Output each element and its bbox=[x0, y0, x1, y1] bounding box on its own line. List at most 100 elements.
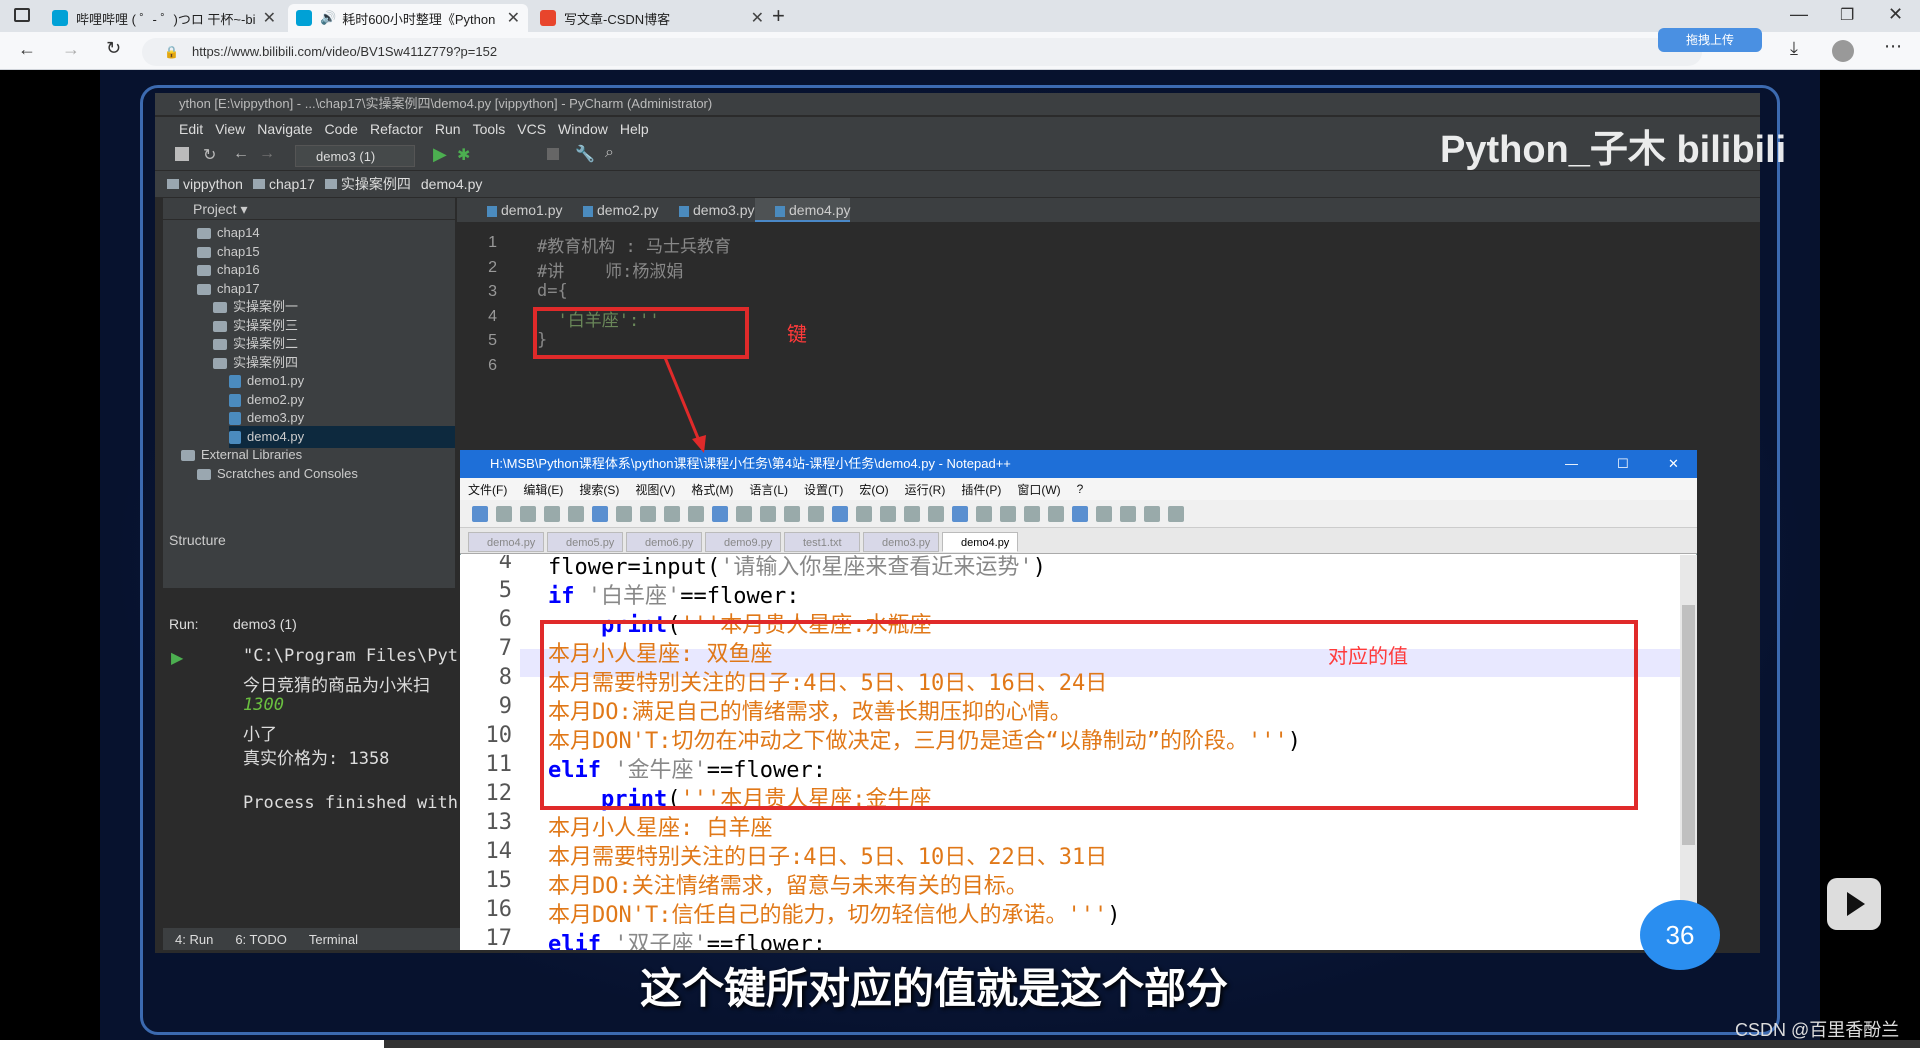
forward-icon[interactable]: → bbox=[62, 39, 80, 60]
speaker-icon[interactable]: 🔊 bbox=[320, 10, 336, 26]
tree-item-lib[interactable]: Scratches and Consoles bbox=[197, 463, 358, 485]
toolbar-button-icon[interactable] bbox=[568, 506, 584, 522]
avatar[interactable] bbox=[1832, 40, 1854, 62]
run-icon[interactable]: ▶ bbox=[433, 144, 447, 165]
vertical-scrollbar[interactable] bbox=[1680, 555, 1697, 950]
debug-icon[interactable]: ✱ bbox=[457, 145, 470, 165]
npp-menu-item[interactable]: 插件(P) bbox=[961, 481, 1001, 498]
sync-icon[interactable]: ↻ bbox=[203, 145, 216, 165]
npp-menu-item[interactable]: 宏(O) bbox=[859, 481, 888, 498]
close-window-button[interactable]: ✕ bbox=[1888, 4, 1903, 25]
url-input[interactable]: 🔒 https://www.bilibili.com/video/BV1Sw41… bbox=[142, 38, 1702, 66]
run-tab[interactable]: demo3 (1) bbox=[233, 616, 297, 632]
npp-menu-item[interactable]: 设置(T) bbox=[804, 481, 843, 498]
editor-tab-demo3-py[interactable]: demo3.py bbox=[659, 198, 754, 222]
npp-menu-item[interactable]: 语言(L) bbox=[749, 481, 788, 498]
npp-menu-item[interactable]: 运行(R) bbox=[905, 481, 946, 498]
back-icon[interactable]: ← bbox=[18, 39, 36, 60]
tv-play-icon[interactable] bbox=[1827, 878, 1881, 930]
new-tab-button[interactable]: + bbox=[772, 3, 785, 29]
stop-icon[interactable] bbox=[547, 148, 559, 160]
editor-tab-demo1-py[interactable]: demo1.py bbox=[467, 198, 562, 222]
maximize-button[interactable]: ❐ bbox=[1840, 5, 1854, 25]
toolbar-button-icon[interactable] bbox=[496, 506, 512, 522]
save-icon[interactable] bbox=[175, 147, 189, 161]
menu-item-tools[interactable]: Tools bbox=[473, 121, 506, 137]
toolbar-button-icon[interactable] bbox=[736, 506, 752, 522]
close-icon[interactable]: ✕ bbox=[743, 8, 764, 28]
toolbar-button-icon[interactable] bbox=[1000, 506, 1016, 522]
toolbar-button-icon[interactable] bbox=[904, 506, 920, 522]
npp-tab[interactable]: demo9.py bbox=[705, 532, 781, 552]
toolbar-button-icon[interactable] bbox=[640, 506, 656, 522]
menu-item-run[interactable]: Run bbox=[435, 121, 461, 137]
breadcrumb-item[interactable]: chap17 bbox=[269, 176, 315, 192]
minimize-button[interactable]: — bbox=[1790, 4, 1808, 25]
maximize-button[interactable]: ☐ bbox=[1617, 450, 1629, 478]
toolbar-button-icon[interactable] bbox=[688, 506, 704, 522]
browser-tab-0[interactable]: 哔哩哔哩 ( ゜- ゜)つロ 干杯~-bili ✕ bbox=[44, 4, 284, 32]
toolbar-button-icon[interactable] bbox=[760, 506, 776, 522]
toolbar-button-icon[interactable] bbox=[880, 506, 896, 522]
refresh-icon[interactable]: ↻ bbox=[106, 38, 121, 59]
toolbar-button-icon[interactable] bbox=[1024, 506, 1040, 522]
close-window-button[interactable]: ✕ bbox=[1668, 450, 1679, 478]
scrollbar-thumb[interactable] bbox=[1682, 605, 1695, 845]
npp-tab[interactable]: demo6.py bbox=[626, 532, 702, 552]
toolbar-button-icon[interactable] bbox=[664, 506, 680, 522]
settings-wrench-icon[interactable]: 🔧 bbox=[575, 144, 595, 164]
tool-tab[interactable]: 4: Run bbox=[175, 932, 213, 947]
toolbar-button-icon[interactable] bbox=[952, 506, 968, 522]
menu-item-code[interactable]: Code bbox=[324, 121, 357, 137]
breadcrumb-item[interactable]: 实操案例四 bbox=[341, 176, 411, 192]
more-icon[interactable]: ⋯ bbox=[1884, 36, 1902, 57]
toolbar-button-icon[interactable] bbox=[520, 506, 536, 522]
toolbar-button-icon[interactable] bbox=[712, 506, 728, 522]
menu-item-edit[interactable]: Edit bbox=[179, 121, 203, 137]
breadcrumb-item[interactable]: vippython bbox=[183, 176, 243, 192]
project-label[interactable]: Project bbox=[193, 201, 237, 217]
forward-icon[interactable]: → bbox=[259, 145, 275, 163]
tool-tab[interactable]: Terminal bbox=[309, 932, 358, 947]
menu-item-refactor[interactable]: Refactor bbox=[370, 121, 423, 137]
editor-tab-demo2-py[interactable]: demo2.py bbox=[563, 198, 658, 222]
toolbar-button-icon[interactable] bbox=[832, 506, 848, 522]
breadcrumb-item[interactable]: demo4.py bbox=[421, 176, 482, 192]
toolbar-button-icon[interactable] bbox=[472, 506, 488, 522]
toolbar-button-icon[interactable] bbox=[592, 506, 608, 522]
live-badge[interactable]: 36 bbox=[1640, 900, 1720, 970]
menu-item-view[interactable]: View bbox=[215, 121, 245, 137]
toolbar-button-icon[interactable] bbox=[856, 506, 872, 522]
npp-tab[interactable]: demo4.py bbox=[468, 532, 544, 552]
toolbar-button-icon[interactable] bbox=[544, 506, 560, 522]
menu-item-help[interactable]: Help bbox=[620, 121, 649, 137]
run-config-select[interactable]: demo3 (1) bbox=[295, 145, 415, 167]
menu-item-navigate[interactable]: Navigate bbox=[257, 121, 312, 137]
toolbar-button-icon[interactable] bbox=[1120, 506, 1136, 522]
close-icon[interactable]: ✕ bbox=[499, 8, 520, 28]
toolbar-button-icon[interactable] bbox=[976, 506, 992, 522]
search-icon[interactable]: ⌕ bbox=[605, 144, 614, 162]
browser-tab-2[interactable]: 写文章-CSDN博客 ✕ bbox=[532, 4, 772, 32]
npp-tab[interactable]: demo3.py bbox=[863, 532, 939, 552]
editor-tab-demo4-py[interactable]: demo4.py bbox=[755, 198, 851, 222]
toolbar-button-icon[interactable] bbox=[784, 506, 800, 522]
toolbar-button-icon[interactable] bbox=[1144, 506, 1160, 522]
npp-menu-item[interactable]: ? bbox=[1077, 482, 1084, 496]
download-icon[interactable]: ⤓ bbox=[1790, 38, 1798, 59]
npp-tab[interactable]: demo4.py bbox=[942, 532, 1018, 552]
toolbar-button-icon[interactable] bbox=[1096, 506, 1112, 522]
rerun-icon[interactable]: ▶ bbox=[171, 648, 183, 668]
toolbar-button-icon[interactable] bbox=[616, 506, 632, 522]
toolbar-button-icon[interactable] bbox=[1048, 506, 1064, 522]
toolbar-button-icon[interactable] bbox=[928, 506, 944, 522]
back-icon[interactable]: ← bbox=[233, 145, 249, 163]
browser-tab-1[interactable]: 🔊 耗时600小时整理《Python ✕ bbox=[288, 4, 528, 32]
npp-menu-item[interactable]: 搜索(S) bbox=[579, 481, 619, 498]
toolbar-button-icon[interactable] bbox=[808, 506, 824, 522]
tab-actions-icon[interactable] bbox=[14, 8, 30, 22]
npp-menu-item[interactable]: 窗口(W) bbox=[1017, 481, 1060, 498]
tool-tab[interactable]: 6: TODO bbox=[235, 932, 287, 947]
npp-tab[interactable]: test1.txt bbox=[784, 532, 860, 552]
npp-menu-item[interactable]: 编辑(E) bbox=[523, 481, 563, 498]
